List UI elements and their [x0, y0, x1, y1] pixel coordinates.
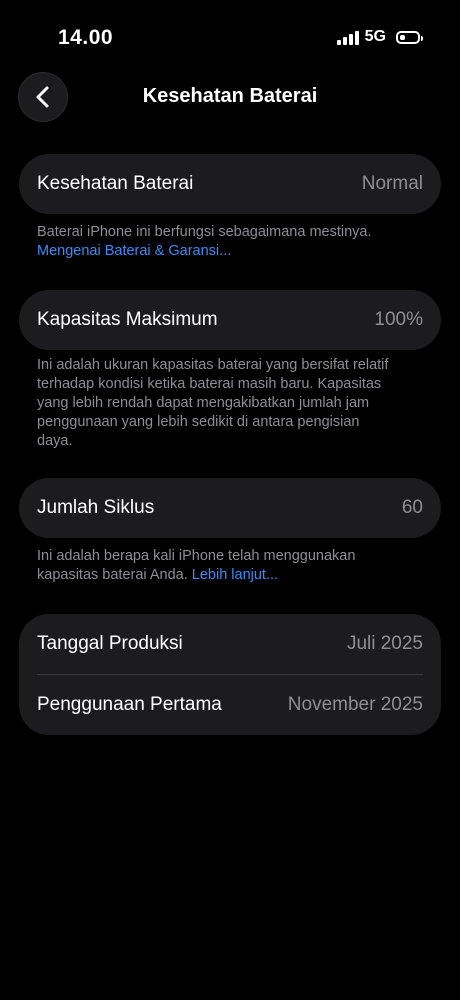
cycle-count-value: 60: [401, 497, 423, 518]
manufacture-date-row: Tanggal Produksi Juli 2025: [19, 614, 441, 674]
battery-health-value: Normal: [361, 173, 423, 194]
max-capacity-footnote-line: Ini adalah ukuran kapasitas baterai yang…: [37, 357, 389, 373]
battery-icon: [396, 30, 423, 44]
max-capacity-value: 100%: [374, 309, 423, 330]
battery-health-label: Kesehatan Baterai: [37, 173, 194, 194]
cycle-count-footnote-text: kapasitas baterai Anda.: [37, 567, 192, 583]
max-capacity-footnote-line: penggunaan yang lebih sedikit di antara …: [37, 414, 360, 430]
cycle-count-label: Jumlah Siklus: [37, 497, 155, 518]
battery-health-footnote: Baterai iPhone ini berfungsi sebagaimana…: [37, 223, 427, 261]
max-capacity-footnote: Ini adalah ukuran kapasitas baterai yang…: [37, 356, 427, 451]
max-capacity-footnote-line: daya.: [37, 433, 73, 449]
first-use-row: Penggunaan Pertama November 2025: [19, 675, 441, 735]
battery-health-description: Baterai iPhone ini berfungsi sebagaimana…: [37, 224, 372, 240]
first-use-label: Penggunaan Pertama: [37, 694, 222, 715]
page-title: Kesehatan Baterai: [142, 85, 318, 107]
battery-level-fill: [400, 34, 405, 40]
manufacture-date-label: Tanggal Produksi: [37, 633, 183, 654]
max-capacity-row: Kapasitas Maksimum 100%: [19, 290, 441, 350]
navigation-bar: Kesehatan Baterai: [0, 70, 460, 126]
network-type: 5G: [364, 28, 386, 45]
max-capacity-label: Kapasitas Maksimum: [37, 309, 218, 330]
battery-warranty-link[interactable]: Mengenai Baterai & Garansi...: [37, 242, 427, 261]
cycle-count-row: Jumlah Siklus 60: [19, 478, 441, 538]
max-capacity-card: Kapasitas Maksimum 100%: [19, 290, 441, 350]
cycle-count-card: Jumlah Siklus 60: [19, 478, 441, 538]
battery-health-row: Kesehatan Baterai Normal: [19, 154, 441, 214]
status-bar: 14.00 5G: [0, 0, 460, 70]
dates-card: Tanggal Produksi Juli 2025 Penggunaan Pe…: [19, 614, 441, 735]
first-use-value: November 2025: [287, 694, 423, 715]
status-time: 14.00: [58, 26, 114, 49]
cycle-count-footnote: Ini adalah berapa kali iPhone telah meng…: [37, 547, 427, 585]
cycle-count-footnote-line: kapasitas baterai Anda. Lebih lanjut...: [37, 566, 427, 585]
learn-more-link[interactable]: Lebih lanjut...: [192, 567, 278, 583]
status-indicators: 5G: [336, 28, 423, 46]
max-capacity-footnote-line: terhadap kondisi ketika baterai masih ba…: [37, 376, 382, 392]
max-capacity-footnote-line: yang lebih rendah dapat mengakibatkan ju…: [37, 395, 370, 411]
cellular-signal-icon: [336, 29, 359, 45]
manufacture-date-value: Juli 2025: [346, 633, 423, 654]
battery-health-card: Kesehatan Baterai Normal: [19, 154, 441, 214]
cycle-count-footnote-line: Ini adalah berapa kali iPhone telah meng…: [37, 548, 356, 564]
